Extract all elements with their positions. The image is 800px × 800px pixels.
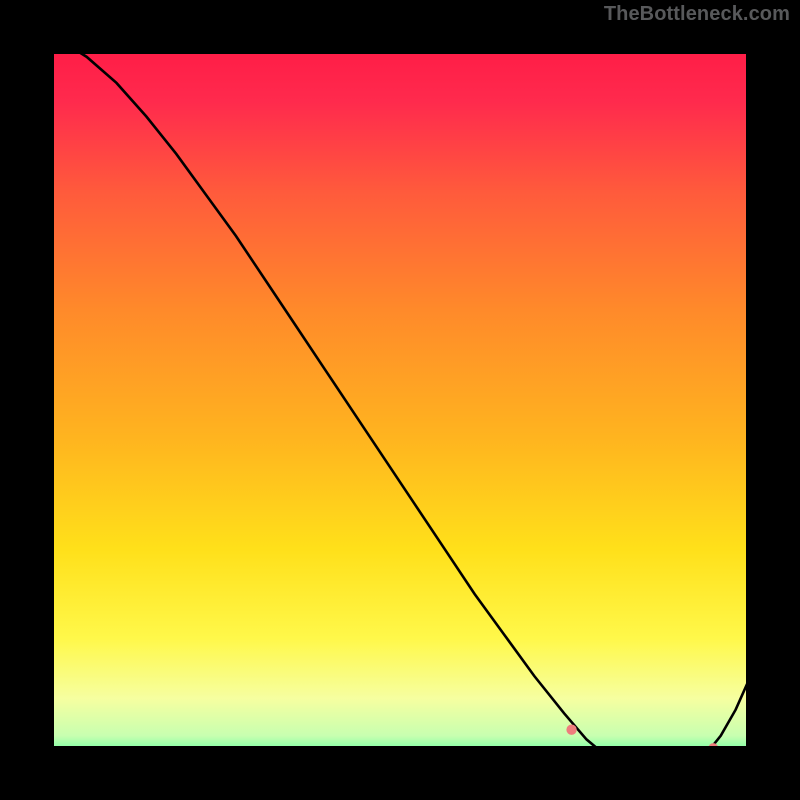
plot-background: [27, 27, 773, 773]
watermark-text: TheBottleneck.com: [604, 3, 790, 26]
chart-svg: [0, 0, 800, 800]
optimal-dot: [566, 725, 576, 735]
chart-container: TheBottleneck.com: [0, 0, 800, 800]
